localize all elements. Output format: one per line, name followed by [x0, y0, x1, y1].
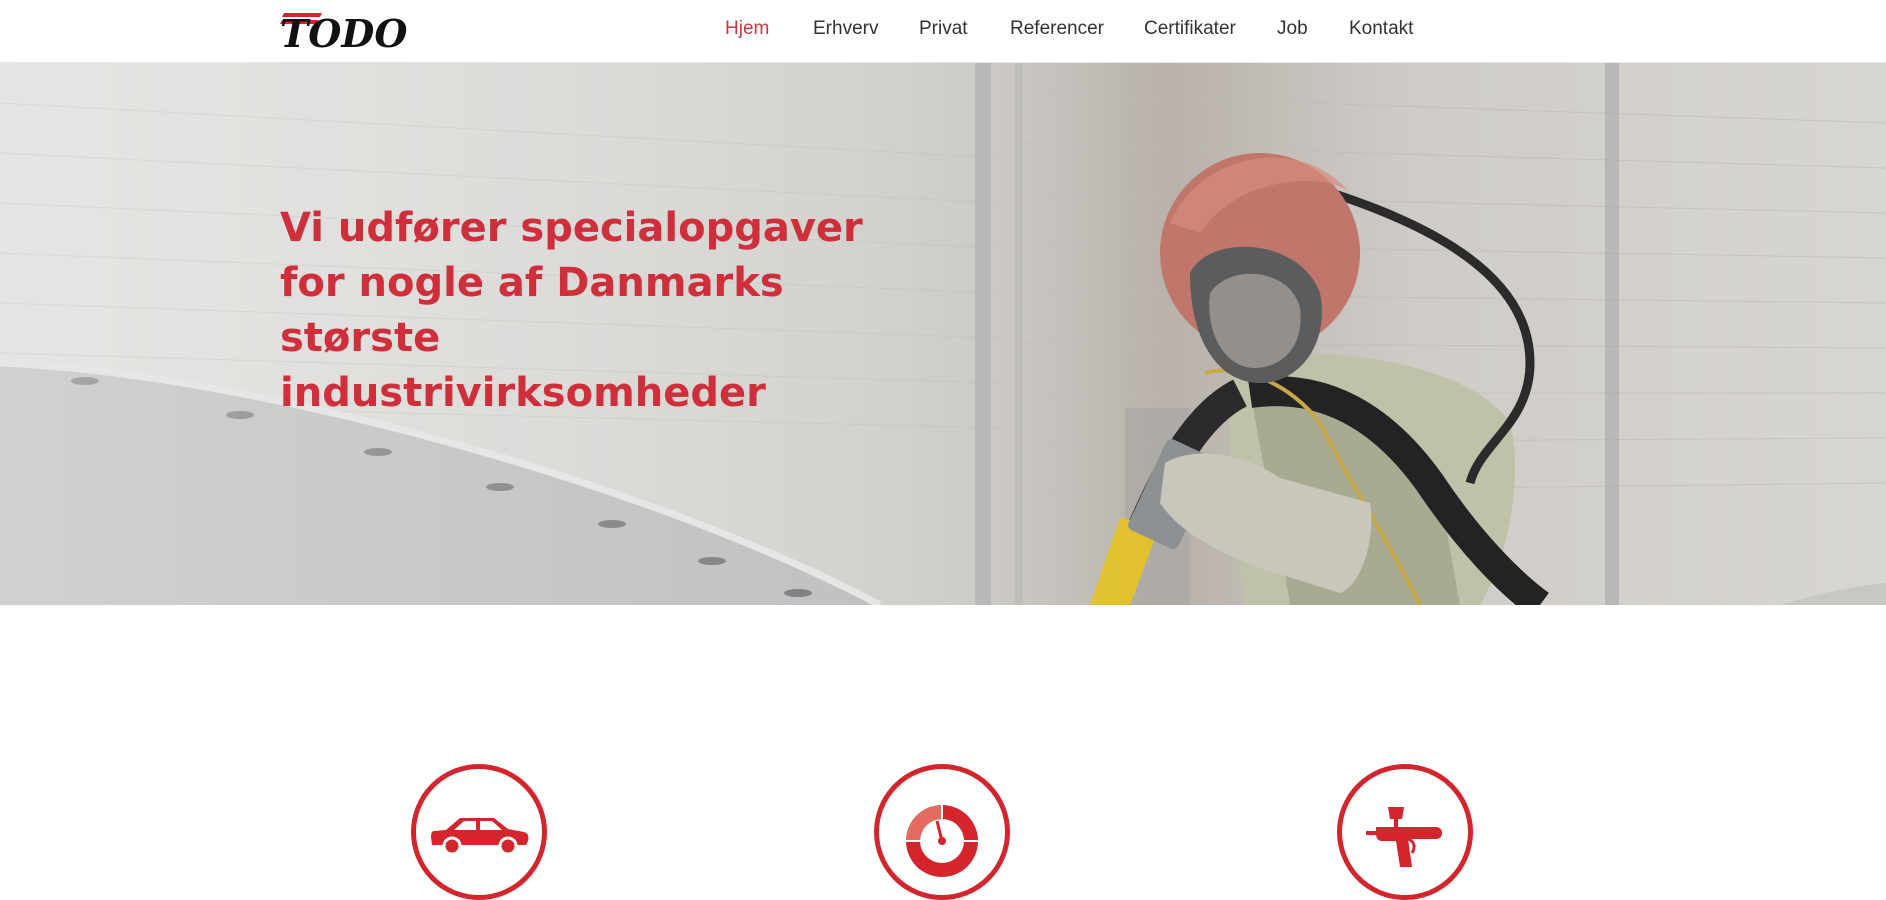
spray-gun-icon [1366, 807, 1442, 867]
nav-item-privat[interactable]: Privat [919, 18, 968, 40]
main-nav: Hjem Erhverv Privat Referencer Certifika… [0, 0, 1886, 60]
nav-item-kontakt[interactable]: Kontakt [1349, 18, 1413, 40]
hero-headline: Vi udfører specialopgaver for nogle af D… [280, 201, 880, 421]
hero-headline-line: industrivirksomheder [280, 370, 766, 416]
nav-item-job[interactable]: Job [1277, 18, 1308, 40]
nav-item-erhverv[interactable]: Erhverv [813, 18, 878, 40]
hero-headline-line: Vi udfører specialopgaver [280, 205, 863, 251]
nav-item-hjem[interactable]: Hjem [725, 18, 769, 40]
gauge-icon [906, 805, 978, 877]
nav-item-certifikater[interactable]: Certifikater [1144, 18, 1236, 40]
nav-item-referencer[interactable]: Referencer [1010, 18, 1104, 40]
service-car[interactable] [411, 764, 547, 900]
hero-headline-line: for nogle af Danmarks [280, 260, 784, 306]
car-icon [431, 818, 529, 856]
site-header: TODO Hjem Erhverv Privat Referencer Cert… [0, 0, 1886, 63]
hero-headline-line: største [280, 315, 441, 361]
service-gauge[interactable] [874, 764, 1010, 900]
hero-banner: Vi udfører specialopgaver for nogle af D… [0, 63, 1886, 605]
service-spraypaint[interactable] [1337, 764, 1473, 900]
